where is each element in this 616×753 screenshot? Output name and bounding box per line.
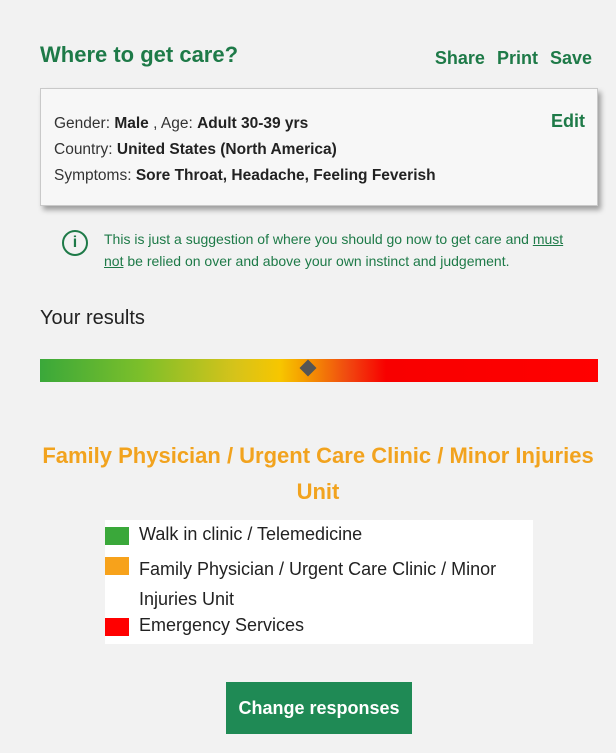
age-label: , Age: xyxy=(153,115,193,132)
legend-label: Family Physician / Urgent Care Clinic / … xyxy=(139,554,529,614)
change-responses-button[interactable]: Change responses xyxy=(226,682,412,734)
gender-label: Gender: xyxy=(54,115,111,132)
legend-label-text: Family Physician / Urgent Care Clinic / … xyxy=(139,559,497,609)
recommendation-title: Family Physician / Urgent Care Clinic / … xyxy=(42,443,594,504)
legend-swatch-green xyxy=(105,527,129,545)
care-legend: Walk in clinic / Telemedicine Family Phy… xyxy=(105,520,533,644)
disclaimer-text: This is just a suggestion of where you s… xyxy=(104,228,584,272)
disclaimer-text-start: This is just a suggestion of where you s… xyxy=(104,231,533,247)
legend-swatch-orange xyxy=(105,557,129,575)
severity-scale-bar xyxy=(40,359,598,382)
legend-label: Emergency Services xyxy=(139,615,305,635)
header-actions: Share Print Save xyxy=(435,48,592,69)
save-link[interactable]: Save xyxy=(550,48,592,69)
results-heading: Your results xyxy=(40,307,145,329)
disclaimer-text-end: be relied on over and above your own ins… xyxy=(123,253,510,269)
age-value: Adult 30-39 yrs xyxy=(197,115,309,132)
country-value: United States (North America) xyxy=(116,141,337,158)
legend-swatch-red xyxy=(105,618,129,636)
country-line: Country: United States (North America) xyxy=(54,137,436,163)
symptoms-value: Sore Throat, Headache, Feeling Feverish xyxy=(135,167,436,184)
gender-age-line: Gender: Male , Age: Adult 30-39 yrs xyxy=(54,111,436,137)
page-header: Where to get care? Share Print Save xyxy=(40,42,592,76)
gender-value: Male xyxy=(114,115,149,132)
share-link[interactable]: Share xyxy=(435,48,485,69)
legend-label: Walk in clinic / Telemedicine xyxy=(139,524,363,544)
profile-summary-card: Gender: Male , Age: Adult 30-39 yrs Coun… xyxy=(40,88,598,206)
symptoms-line: Symptoms: Sore Throat, Headache, Feeling… xyxy=(54,163,436,189)
print-link[interactable]: Print xyxy=(497,48,538,69)
edit-link[interactable]: Edit xyxy=(551,111,585,132)
country-label: Country: xyxy=(54,141,113,158)
symptoms-label: Symptoms: xyxy=(54,167,132,184)
summary-lines: Gender: Male , Age: Adult 30-39 yrs Coun… xyxy=(54,111,436,189)
info-icon: i xyxy=(62,230,88,256)
page-title: Where to get care? xyxy=(40,42,239,67)
